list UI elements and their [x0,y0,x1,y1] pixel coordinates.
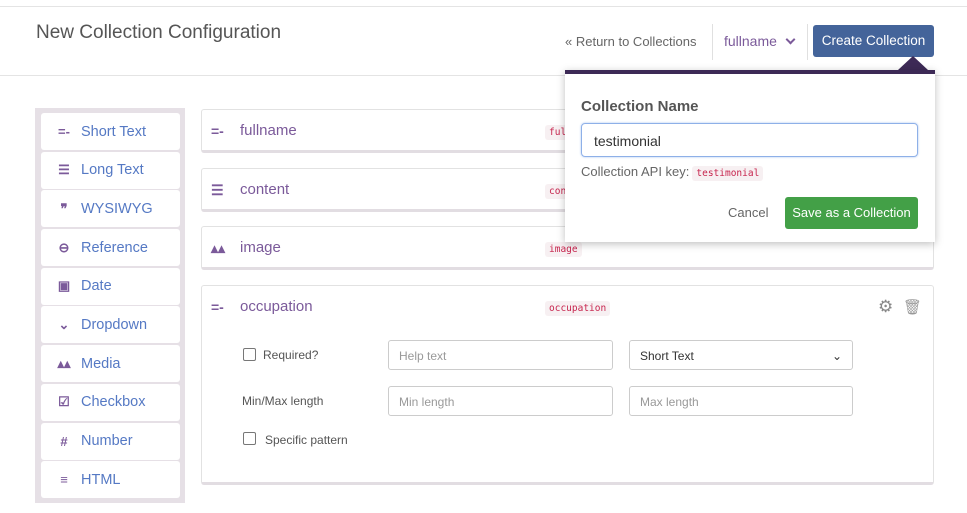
field-type-palette: =- Short Text ☰ Long Text ❞ WYSIWYG ⊖ Reference… [35,108,185,503]
field-type-icon: =- [211,123,224,139]
popover-title: Collection Name [581,98,699,115]
checkbox-icon: ☑ [58,394,70,410]
palette-item-label: Checkbox [81,394,146,411]
field-dropdown[interactable]: fullname [724,33,796,49]
chevron-down-icon [785,34,796,45]
field-card-occupation[interactable]: =- occupation occupation ⚙ 🗑 Required? Help… [201,285,934,485]
palette-item-date[interactable]: ▣ Date [41,267,180,305]
help-text-input[interactable]: Help text [388,340,613,370]
divider [712,24,713,60]
field-name: image [240,239,281,256]
palette-item-media[interactable]: ▴▴ Media [41,345,180,383]
field-dropdown-label: fullname [724,33,777,49]
min-length-input[interactable]: Min length [388,386,613,416]
trash-icon[interactable]: 🗑 [903,298,922,316]
palette-item-label: Media [81,355,121,372]
save-as-collection-button[interactable]: Save as a Collection [785,197,918,229]
return-to-collections-link[interactable]: « Return to Collections [565,34,697,49]
palette-item-dropdown[interactable]: ⌄ Dropdown [41,306,180,344]
palette-item-label: Dropdown [81,316,148,333]
field-key: occupation [545,301,611,316]
page-title: New Collection Configuration [36,22,282,43]
palette-item-number[interactable]: # Number [41,422,180,460]
palette-item-short-text[interactable]: =- Short Text [41,113,180,150]
collection-name-input[interactable]: testimonial [581,123,918,157]
field-name: content [240,181,290,198]
palette-item-label: Date [81,278,112,295]
field-name: occupation [240,298,313,315]
palette-item-long-text[interactable]: ☰ Long Text [41,151,180,189]
popover-arrow [898,56,928,70]
api-key-label: Collection API key: [581,164,690,179]
api-key-row: Collection API key: testimonial [581,164,764,181]
list-icon: ≡ [60,472,68,488]
long-text-icon: ☰ [58,162,70,178]
field-name: fullname [240,122,297,139]
minmax-label: Min/Max length [242,394,324,408]
gear-icon[interactable]: ⚙ [878,297,893,317]
short-text-icon: =- [58,124,70,139]
palette-item-reference[interactable]: ⊖ Reference [41,229,180,267]
field-type-select[interactable]: Short Text ⌄ [629,340,853,370]
cancel-button[interactable]: Cancel [728,205,768,220]
required-label: Required? [263,348,319,362]
palette-item-wysiwyg[interactable]: ❞ WYSIWYG [41,190,180,228]
palette-item-label: HTML [81,471,121,488]
chevron-down-icon: ⌄ [831,349,842,363]
field-type-icon: ☰ [211,182,224,198]
divider [807,24,808,60]
api-key-value: testimonial [692,166,764,181]
palette-item-label: Reference [81,239,148,256]
palette-item-label: Long Text [81,162,144,179]
field-type-value: Short Text [640,349,694,363]
palette-item-label: Number [81,433,133,449]
field-type-icon: =- [211,299,224,315]
chevron-down-icon: ⌄ [58,316,70,332]
palette-item-html[interactable]: ≡ HTML [41,461,180,499]
palette-item-checkbox[interactable]: ☑ Checkbox [41,383,180,421]
link-icon: ⊖ [58,239,70,255]
hash-icon: # [60,433,68,449]
quote-icon: ❞ [60,200,68,216]
specific-pattern-label: Specific pattern [265,433,348,447]
field-key: image [545,242,582,257]
create-collection-button[interactable]: Create Collection [813,25,934,57]
image-icon: ▴▴ [57,355,71,371]
specific-pattern-checkbox[interactable] [243,432,256,445]
palette-item-label: Short Text [81,123,147,140]
max-length-input[interactable]: Max length [629,386,853,416]
collection-name-popover: Collection Name testimonial Collection A… [565,70,935,242]
field-type-icon: ▴▴ [211,240,226,256]
palette-item-label: WYSIWYG [81,200,153,217]
calendar-icon: ▣ [57,278,71,294]
required-checkbox[interactable] [243,348,256,361]
